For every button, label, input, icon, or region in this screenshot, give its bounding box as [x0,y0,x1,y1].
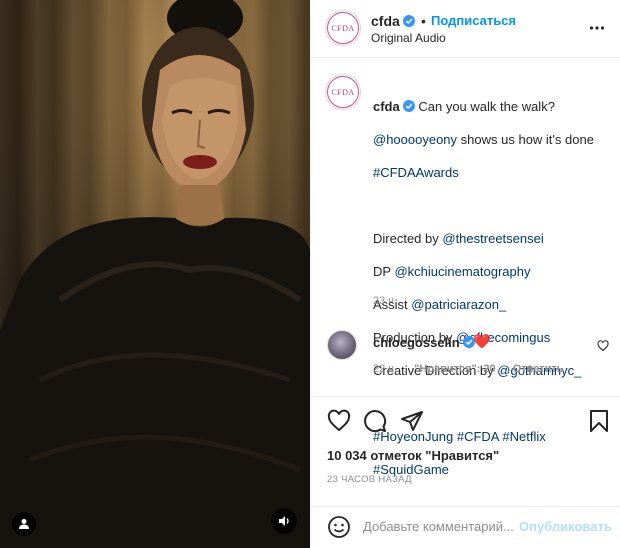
comment-meta: 22 ч. "Нравится": 20 Ответить [373,363,578,375]
sound-toggle-button[interactable] [271,508,297,534]
post-panel: CFDA cfda • Подписаться Original Audio C… [310,0,620,548]
caption-line: shows us how it's done [457,131,594,147]
likes-count[interactable]: 10 034 отметок "Нравится" [327,448,499,463]
comment-item: chloegosselin ❤️ 22 ч. "Нравится": 20 От… [311,318,620,388]
heart-icon[interactable] [597,340,609,352]
caption-timestamp[interactable]: 23 ч. [373,295,397,307]
avatar-logo: CFDA [331,87,355,97]
verified-badge-icon [402,99,415,112]
mention-link[interactable]: @patriciarazon_ [411,297,506,312]
commenter-avatar[interactable] [327,330,357,360]
comment-input[interactable]: Добавьте комментарий... [363,519,513,534]
post-timestamp[interactable]: 23 ЧАСОВ НАЗАД [327,474,412,485]
mention-link[interactable]: @hooooyeony [373,132,457,147]
avatar-ring: CFDA [327,76,359,108]
avatar-logo: CFDA [331,23,355,33]
commenter-username[interactable]: chloegosselin [373,335,460,350]
hashtag-link[interactable]: #CFDAAwards [373,165,459,180]
author-username[interactable]: cfda [371,13,400,29]
caption-intro: Can you walk the walk? [418,98,555,114]
commenter-username-line: chloegosselin [373,335,475,350]
post-actions: 10 034 отметок "Нравится" 23 ЧАСОВ НАЗАД [311,396,620,508]
post-media[interactable] [0,0,310,548]
comment-timestamp[interactable]: 22 ч. [373,363,397,375]
mention-link[interactable]: @thestreetsensei [442,231,543,246]
author-username-line: cfda [371,13,415,29]
tagged-users-button[interactable] [12,512,36,536]
caption-avatar[interactable]: CFDA [325,74,361,110]
avatar-ring: CFDA [327,12,359,44]
paper-plane-icon[interactable] [400,409,424,433]
more-horizontal-icon[interactable] [589,20,605,36]
caption-username[interactable]: cfda [373,99,400,114]
post-header: CFDA cfda • Подписаться Original Audio [311,0,620,58]
reply-button[interactable]: Ответить [513,363,564,375]
add-comment-bar: Добавьте комментарий... Опубликовать [311,506,620,548]
caption-line: Directed by [373,230,443,246]
audio-link[interactable]: Original Audio [371,31,446,45]
speaker-icon [279,516,289,526]
follow-button[interactable]: Подписаться [431,13,516,28]
user-icon [19,519,29,529]
verified-badge-icon [402,15,415,27]
post-caption: CFDA cfda Can you walk the walk? @hooooy… [311,58,620,477]
comment-text: ❤️ [473,333,491,349]
heart-icon[interactable] [327,409,351,433]
comment-likes[interactable]: "Нравится": 20 [414,363,495,375]
mention-link[interactable]: @kchiucinematography [394,264,530,279]
publish-button[interactable]: Опубликовать [519,519,612,534]
media-figure [0,0,310,548]
comment-bubble-icon[interactable] [363,409,387,433]
smiley-icon[interactable] [327,515,351,539]
bookmark-icon[interactable] [587,409,611,433]
header-separator: • [421,13,426,29]
caption-line: DP [373,263,395,279]
author-avatar[interactable]: CFDA [325,10,361,46]
